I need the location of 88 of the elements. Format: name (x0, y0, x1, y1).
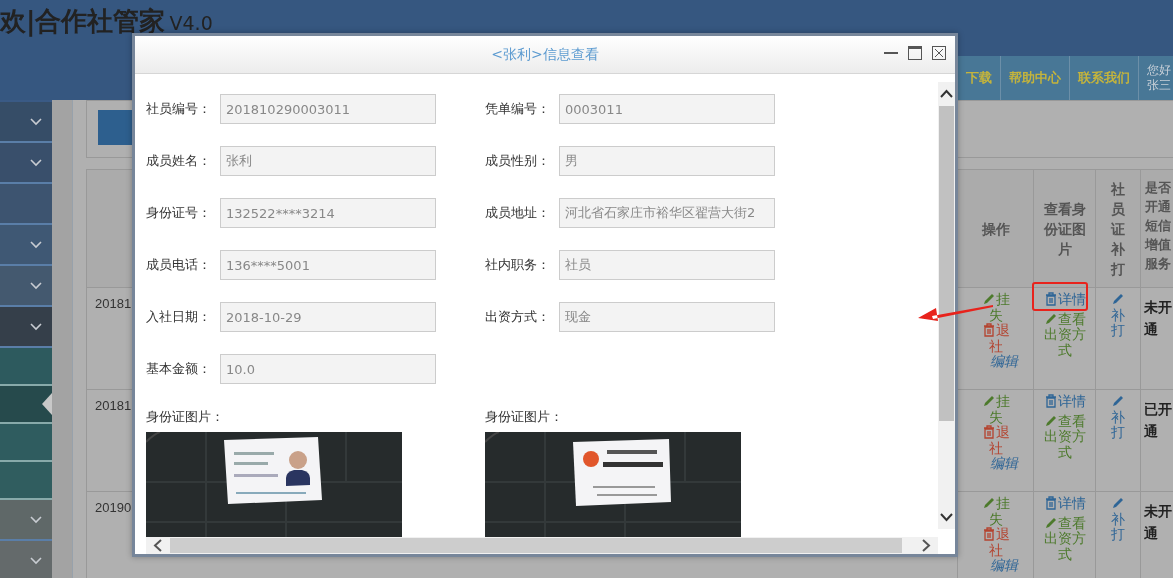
nav-link[interactable]: 帮助中心 (1000, 56, 1069, 100)
field-label: 身份证图片： (146, 408, 225, 426)
field-label: 成员性别： (485, 152, 551, 170)
action-link[interactable]: 详情 (1043, 394, 1086, 410)
input-field[interactable]: 张利 (220, 146, 436, 176)
input-field[interactable]: 0003011 (559, 94, 775, 124)
sidebar-item[interactable] (0, 348, 52, 386)
field-label: 社内职务： (485, 256, 551, 274)
field-label: 凭单编号： (485, 100, 551, 118)
table-cell: 已开通 (1141, 390, 1173, 492)
field-label: 出资方式： (485, 308, 551, 326)
trash-icon (1043, 394, 1058, 408)
app-version: V4.0 (169, 12, 213, 34)
pencil-icon (1111, 292, 1125, 306)
field-label: 成员地址： (485, 204, 551, 222)
input-field[interactable]: 男 (559, 146, 775, 176)
chevron-down-icon (30, 117, 42, 126)
action-link[interactable]: 详情 (1043, 292, 1086, 308)
action-link[interactable]: 退社 (977, 323, 1014, 354)
field-label: 成员姓名： (146, 152, 212, 170)
pencil-icon (1111, 496, 1125, 510)
pencil-icon (981, 496, 996, 510)
input-field[interactable]: 10.0 (220, 354, 436, 384)
trash-icon (981, 323, 996, 337)
chevron-down-icon (30, 240, 42, 249)
trash-icon (981, 425, 996, 439)
field-label: 入社日期： (146, 308, 212, 326)
chevron-down-icon (30, 515, 42, 524)
chevron-down-icon (30, 322, 42, 331)
maximize-icon[interactable] (908, 46, 922, 60)
action-link[interactable]: 退社 (977, 527, 1014, 558)
action-link[interactable]: 编辑 (957, 354, 1034, 370)
field-label: 身份证图片： (485, 408, 564, 426)
nav-link[interactable]: 联系我们 (1069, 56, 1138, 100)
field-label: 成员电话： (146, 256, 212, 274)
action-link[interactable]: 查看出资方式 (1040, 515, 1089, 562)
user-greeting: 您好 张三 (1138, 56, 1173, 100)
table-cell: 未开通 (1141, 492, 1173, 578)
table-cell: 未开通 (1141, 288, 1173, 390)
pencil-icon (981, 394, 996, 408)
column-header: 操作 (958, 170, 1034, 288)
pencil-icon (1043, 515, 1058, 530)
sidebar-item[interactable] (0, 424, 52, 462)
column-header: 社员证补打 (1096, 170, 1141, 288)
nav-link[interactable]: 下载 (957, 56, 1000, 100)
action-link[interactable]: 编辑 (957, 456, 1034, 472)
reprint-link[interactable]: 补打 (1110, 394, 1126, 441)
field-label: 身份证号： (146, 204, 212, 222)
chevron-down-icon (30, 556, 42, 565)
action-link[interactable]: 查看出资方式 (1040, 311, 1089, 358)
field-label: 基本金额： (146, 360, 212, 378)
action-link[interactable]: 退社 (977, 425, 1014, 456)
trash-icon (1043, 292, 1058, 306)
vertical-scrollbar[interactable] (938, 82, 955, 529)
input-field[interactable]: 2018-10-29 (220, 302, 436, 332)
highlight-frame (1032, 282, 1088, 311)
pencil-icon (1043, 311, 1058, 326)
action-link[interactable]: 挂失 (977, 496, 1014, 527)
input-field[interactable]: 132522****3214 (220, 198, 436, 228)
input-field[interactable]: 现金 (559, 302, 775, 332)
dialog-title: <张利>信息查看 (491, 45, 599, 64)
pencil-icon (1111, 394, 1125, 408)
horizontal-scrollbar[interactable] (146, 537, 938, 554)
input-field[interactable]: 河北省石家庄市裕华区翟营大街2 (559, 198, 775, 228)
toolbar-button[interactable] (98, 110, 134, 145)
action-link[interactable]: 详情 (1043, 496, 1086, 512)
sidebar-item[interactable] (0, 386, 52, 424)
trash-icon (981, 527, 996, 541)
close-icon[interactable] (932, 46, 946, 60)
input-field[interactable]: 136****5001 (220, 250, 436, 280)
app-title: 欢|合作社管家 (0, 5, 166, 39)
reprint-link[interactable]: 补打 (1110, 496, 1126, 543)
column-header: 查看身份证图片 (1034, 170, 1096, 288)
sidebar-item[interactable] (0, 462, 52, 500)
action-link[interactable]: 挂失 (977, 394, 1014, 425)
column-header: 是否开通短信增值服务 (1141, 170, 1173, 288)
trash-icon (1043, 496, 1058, 510)
action-link[interactable]: 挂失 (977, 292, 1014, 323)
field-label: 社员编号： (146, 100, 212, 118)
chevron-down-icon (30, 281, 42, 290)
reprint-link[interactable]: 补打 (1110, 292, 1126, 339)
sidebar-item[interactable] (0, 307, 52, 348)
chevron-down-icon (30, 158, 42, 167)
action-link[interactable]: 查看出资方式 (1040, 413, 1089, 460)
input-field[interactable]: 201810290003011 (220, 94, 436, 124)
pencil-icon (1043, 413, 1058, 428)
input-field[interactable]: 社员 (559, 250, 775, 280)
action-link[interactable]: 编辑 (957, 558, 1034, 574)
